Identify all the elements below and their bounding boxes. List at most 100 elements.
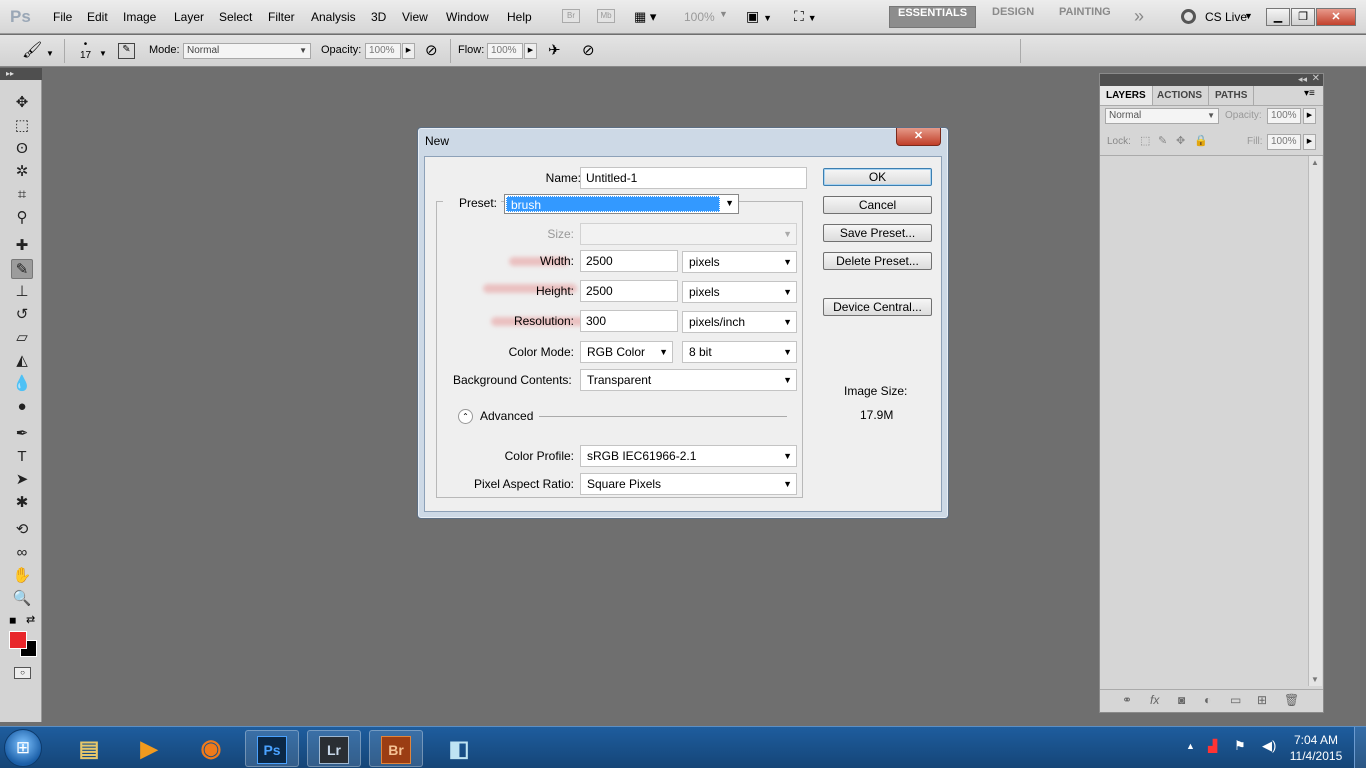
- layers-scrollbar[interactable]: ▲ ▼: [1308, 156, 1322, 686]
- 3d-rotate-tool-icon[interactable]: ⟲: [11, 520, 33, 540]
- zoom-tool-icon[interactable]: 🔍: [11, 589, 33, 609]
- close-panel-icon[interactable]: ✕: [1312, 73, 1320, 84]
- opacity-slider-icon[interactable]: ▶: [402, 43, 415, 59]
- menu-window[interactable]: Window: [446, 10, 489, 24]
- menu-3d[interactable]: 3D: [371, 10, 386, 24]
- new-group-icon[interactable]: ▭: [1230, 693, 1241, 707]
- zoom-dropdown-icon[interactable]: ▼: [719, 9, 728, 19]
- minimize-button[interactable]: ▁: [1266, 8, 1290, 26]
- menu-file[interactable]: File: [53, 10, 72, 24]
- height-unit-select[interactable]: pixels ▼: [682, 281, 797, 303]
- name-input[interactable]: Untitled-1: [580, 167, 807, 189]
- launch-minibridge-icon[interactable]: Mb: [597, 9, 615, 23]
- close-button[interactable]: ✕: [1316, 8, 1356, 26]
- pressure-size-icon[interactable]: ⊘: [582, 41, 595, 59]
- extras-icon[interactable]: ▦ ▾: [634, 9, 656, 25]
- notepad-icon[interactable]: ◧: [432, 730, 486, 767]
- collapse-panel-icon[interactable]: ◂◂: [1298, 74, 1307, 85]
- taskbar-lightroom[interactable]: Lr: [307, 730, 361, 767]
- maximize-button[interactable]: ❐: [1291, 8, 1315, 26]
- lock-image-icon[interactable]: ✎: [1158, 134, 1167, 147]
- height-input[interactable]: 2500: [580, 280, 678, 302]
- background-contents-select[interactable]: Transparent ▼: [580, 369, 797, 391]
- pressure-opacity-icon[interactable]: ⊘: [425, 41, 438, 59]
- media-player-icon[interactable]: ▶: [122, 730, 176, 767]
- dialog-close-button[interactable]: ✕: [896, 128, 941, 146]
- resolution-input[interactable]: 300: [580, 310, 678, 332]
- blur-tool-icon[interactable]: 💧: [11, 374, 33, 394]
- layers-list[interactable]: [1100, 155, 1323, 687]
- menu-edit[interactable]: Edit: [87, 10, 108, 24]
- size-select[interactable]: ▼: [580, 223, 797, 245]
- link-layers-icon[interactable]: ⚭: [1122, 693, 1132, 707]
- tools-panel-header[interactable]: ▸▸: [0, 68, 42, 80]
- workspace-design[interactable]: DESIGN: [984, 6, 1042, 28]
- tool-preset-dropdown-icon[interactable]: ▼: [46, 49, 54, 58]
- marquee-tool-icon[interactable]: ⬚: [11, 116, 33, 136]
- system-clock[interactable]: 7:04 AM 11/4/2015: [1286, 732, 1346, 764]
- scroll-down-icon[interactable]: ▼: [1311, 675, 1319, 684]
- menu-help[interactable]: Help: [507, 10, 532, 24]
- menu-select[interactable]: Select: [219, 10, 252, 24]
- eyedropper-tool-icon[interactable]: ⚲: [11, 208, 33, 228]
- dodge-tool-icon[interactable]: ●: [11, 397, 33, 417]
- adjustment-layer-icon[interactable]: ◐: [1204, 693, 1211, 707]
- color-profile-select[interactable]: sRGB IEC61966-2.1 ▼: [580, 445, 797, 467]
- pixel-aspect-ratio-select[interactable]: Square Pixels ▼: [580, 473, 797, 495]
- layer-style-icon[interactable]: fx: [1150, 693, 1159, 707]
- workspace-essentials[interactable]: ESSENTIALS: [889, 6, 977, 28]
- swap-colors-icon[interactable]: ⇄: [26, 613, 35, 626]
- brush-picker-dropdown-icon[interactable]: ▼: [99, 49, 107, 58]
- lock-all-icon[interactable]: 🔒: [1194, 134, 1208, 147]
- advanced-label[interactable]: Advanced: [480, 409, 533, 423]
- quick-selection-tool-icon[interactable]: ✲: [11, 162, 33, 182]
- preset-select[interactable]: brush ▼: [504, 194, 739, 214]
- zoom-level[interactable]: 100%: [684, 10, 715, 24]
- network-icon[interactable]: ▟: [1208, 739, 1217, 753]
- cs-live-dropdown-icon[interactable]: ▼: [1244, 11, 1253, 21]
- layer-mask-icon[interactable]: ◙: [1178, 693, 1185, 707]
- mode-select[interactable]: Normal ▼: [183, 43, 311, 59]
- cancel-button[interactable]: Cancel: [823, 196, 932, 214]
- show-desktop-button[interactable]: [1354, 727, 1366, 768]
- firefox-icon[interactable]: ◉: [184, 730, 238, 767]
- volume-icon[interactable]: ◀): [1262, 738, 1276, 754]
- delete-preset-button[interactable]: Delete Preset...: [823, 252, 932, 270]
- bit-depth-select[interactable]: 8 bit ▼: [682, 341, 797, 363]
- foreground-color-swatch[interactable]: [9, 631, 27, 649]
- save-preset-button[interactable]: Save Preset...: [823, 224, 932, 242]
- tab-layers[interactable]: LAYERS: [1100, 86, 1153, 105]
- arrange-documents-icon[interactable]: ▣ ▼: [746, 8, 772, 25]
- more-workspaces-icon[interactable]: »: [1134, 6, 1144, 27]
- clone-stamp-tool-icon[interactable]: ⊥: [11, 282, 33, 302]
- brush-tool-icon[interactable]: ✎: [11, 259, 33, 279]
- start-button-icon[interactable]: ⊞: [4, 729, 42, 767]
- resolution-unit-select[interactable]: pixels/inch ▼: [682, 311, 797, 333]
- color-mode-select[interactable]: RGB Color ▼: [580, 341, 673, 363]
- ok-button[interactable]: OK: [823, 168, 932, 186]
- file-explorer-icon[interactable]: ▤: [62, 730, 116, 767]
- healing-brush-tool-icon[interactable]: ✚: [11, 236, 33, 256]
- lock-position-icon[interactable]: ✥: [1176, 134, 1185, 147]
- tab-actions[interactable]: ACTIONS: [1151, 86, 1209, 105]
- fill-input[interactable]: 100%: [1267, 134, 1301, 150]
- paint-bucket-tool-icon[interactable]: ◭: [11, 351, 33, 371]
- width-unit-select[interactable]: pixels ▼: [682, 251, 797, 273]
- device-central-button[interactable]: Device Central...: [823, 298, 932, 316]
- menu-view[interactable]: View: [402, 10, 428, 24]
- brush-picker[interactable]: • 17: [80, 39, 91, 61]
- default-colors-icon[interactable]: ◼: [9, 615, 16, 626]
- lock-transparent-icon[interactable]: ⬚: [1140, 134, 1150, 147]
- screen-mode-icon[interactable]: ⛶ ▼: [794, 8, 817, 25]
- taskbar-photoshop[interactable]: Ps: [245, 730, 299, 767]
- menu-layer[interactable]: Layer: [174, 10, 204, 24]
- quick-mask-icon[interactable]: ○: [14, 667, 31, 679]
- layers-panel-header[interactable]: ◂◂ ✕: [1100, 73, 1323, 86]
- 3d-orbit-tool-icon[interactable]: ∞: [11, 543, 33, 563]
- layer-opacity-slider-icon[interactable]: ▶: [1303, 108, 1316, 124]
- new-layer-icon[interactable]: ⊞: [1257, 693, 1267, 707]
- workspace-painting[interactable]: PAINTING: [1051, 6, 1119, 28]
- brush-panel-toggle-icon[interactable]: ✎: [118, 43, 135, 59]
- tab-paths[interactable]: PATHS: [1209, 86, 1255, 105]
- scroll-up-icon[interactable]: ▲: [1311, 158, 1319, 167]
